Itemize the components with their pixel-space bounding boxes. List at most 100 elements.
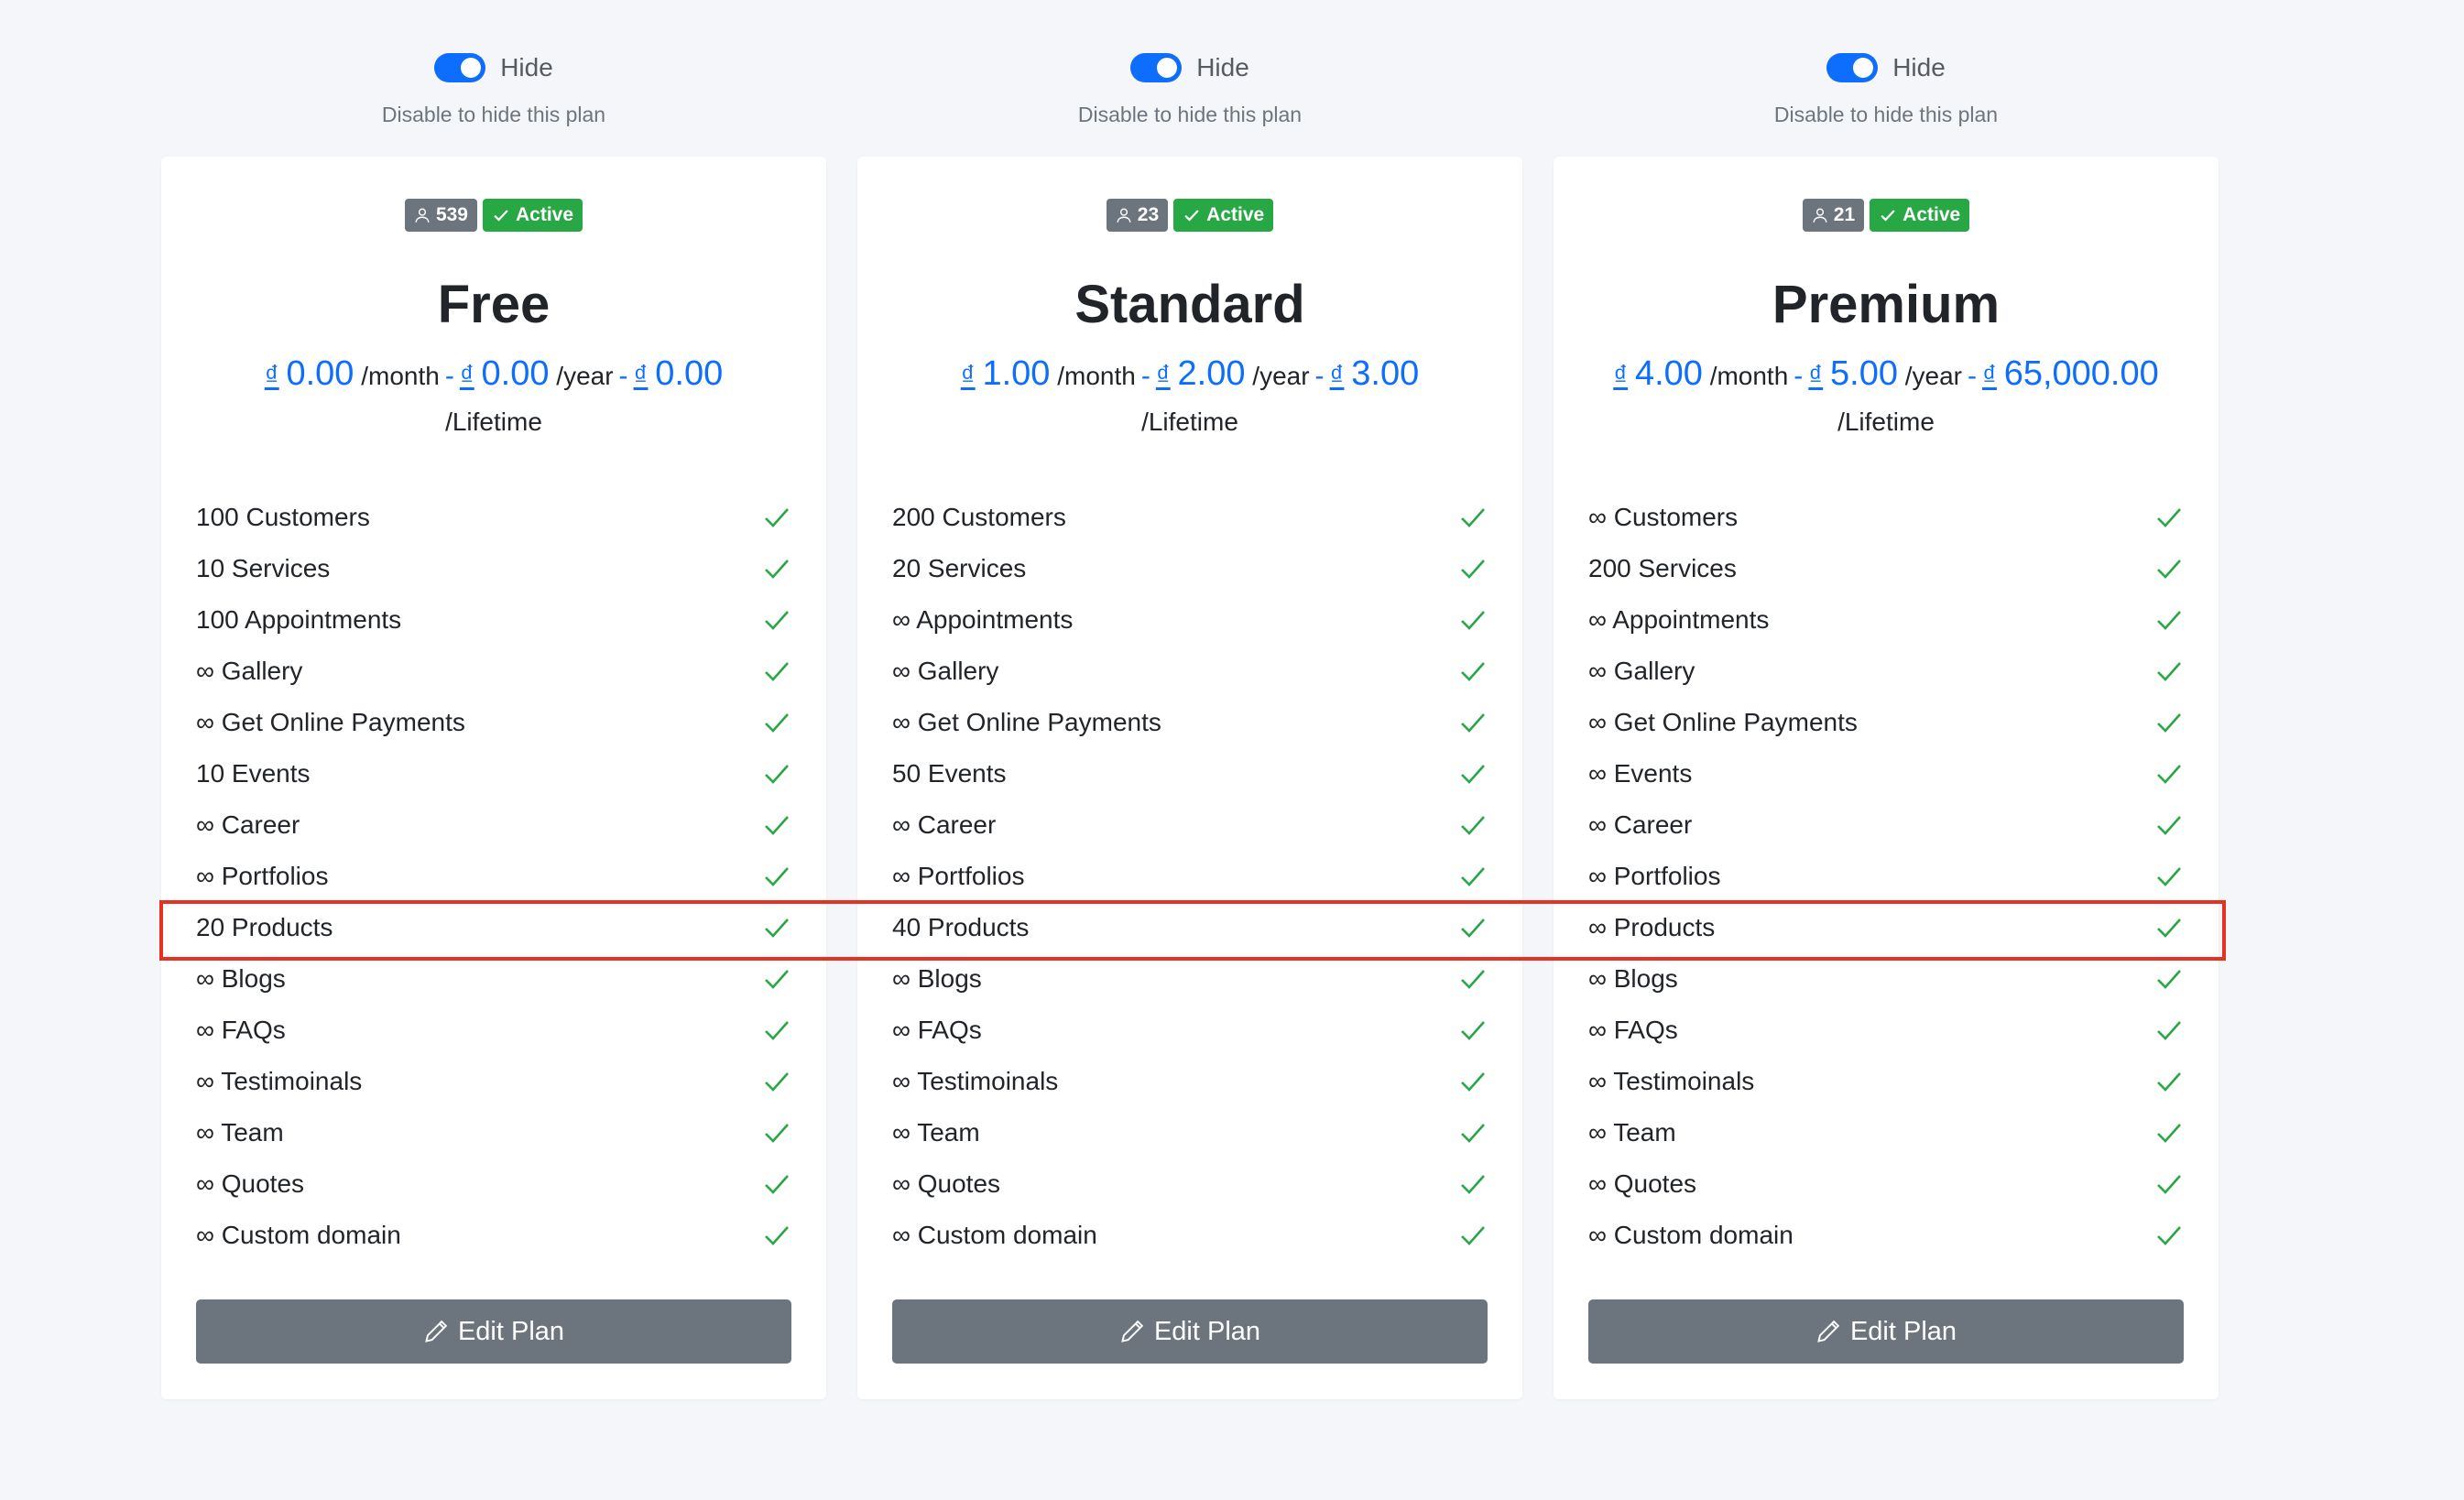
feature-row: 20 Products (196, 902, 791, 953)
hide-plan-switch[interactable] (1826, 53, 1879, 82)
hide-toggle-group: Hide Disable to hide this plan (1554, 48, 2219, 127)
price-separator: - (618, 361, 628, 391)
feature-row: ∞ Quotes (1588, 1158, 2184, 1210)
price-separator: - (1140, 361, 1150, 391)
price-separator: - (444, 361, 454, 391)
check-icon (1461, 816, 1485, 835)
check-icon (2157, 1226, 2181, 1245)
feature-row: ∞ Career (892, 799, 1488, 851)
feature-row: ∞ Portfolios (196, 851, 791, 902)
check-icon (494, 210, 508, 222)
status-badge: Active (1173, 199, 1274, 232)
plan-title: Standard (1074, 275, 1305, 334)
currency-symbol: ₫ (960, 359, 976, 391)
check-icon (1184, 210, 1199, 222)
check-icon (1461, 918, 1485, 938)
status-badge: Active (1870, 199, 1970, 232)
hide-plan-switch[interactable] (434, 53, 486, 82)
feature-row: ∞ Quotes (892, 1158, 1488, 1210)
check-icon (1461, 867, 1485, 886)
check-icon (765, 867, 789, 886)
check-icon (2157, 970, 2181, 989)
status-text: Active (1206, 204, 1265, 225)
check-icon (2157, 560, 2181, 579)
price-lifetime: 3.00 (1351, 354, 1420, 393)
price-separator: - (1314, 361, 1325, 391)
edit-plan-button[interactable]: Edit Plan (1588, 1299, 2184, 1364)
feature-row: ∞ Gallery (196, 646, 791, 697)
switch-knob (1157, 58, 1178, 78)
hide-help-text: Disable to hide this plan (1077, 103, 1303, 126)
feature-list: ∞ Customers 200 Services ∞ Appointments ∞ G… (1588, 492, 2184, 1261)
feature-text: ∞ Quotes (196, 1169, 305, 1198)
feature-text: ∞ Quotes (892, 1169, 1001, 1198)
check-icon (2157, 765, 2181, 784)
feature-text: ∞ Testimoinals (892, 1067, 1059, 1095)
plan-title: Premium (1772, 275, 2001, 334)
feature-row: ∞ Get Online Payments (1588, 697, 2184, 748)
price-year: 2.00 (1177, 354, 1246, 393)
feature-text: 100 Appointments (196, 605, 402, 634)
feature-row: ∞ Team (892, 1107, 1488, 1158)
check-icon (2157, 713, 2181, 733)
feature-row: 40 Products (892, 902, 1488, 953)
feature-row: 10 Services (196, 543, 791, 594)
feature-text: ∞ Get Online Payments (196, 708, 465, 736)
feature-text: ∞ Events (1588, 759, 1693, 788)
hide-help-text: Disable to hide this plan (381, 103, 606, 126)
check-icon (765, 611, 789, 630)
edit-plan-button[interactable]: Edit Plan (892, 1299, 1488, 1364)
feature-text: ∞ FAQs (1588, 1016, 1678, 1044)
price-month: 0.00 (286, 354, 354, 393)
feature-row: ∞ FAQs (1588, 1005, 2184, 1056)
check-icon (765, 816, 789, 835)
price-line: ₫ 1.00 /month - ₫ 2.00 /year - ₫ 3.00 (857, 354, 1522, 394)
hide-plan-switch[interactable] (1130, 53, 1183, 82)
feature-row: 200 Customers (892, 492, 1488, 543)
feature-text: ∞ Custom domain (1588, 1221, 1793, 1249)
check-icon (765, 1175, 789, 1194)
check-icon (1461, 508, 1485, 527)
edit-plan-label: Edit Plan (1153, 1316, 1261, 1346)
feature-row: 50 Events (892, 748, 1488, 799)
currency-symbol: ₫ (1808, 359, 1824, 391)
price-separator: - (1793, 361, 1804, 391)
feature-row: ∞ Events (1588, 748, 2184, 799)
check-icon (1461, 713, 1485, 733)
users-count: 539 (435, 204, 468, 225)
per-year: /year (556, 362, 614, 390)
feature-text: 10 Events (196, 759, 311, 788)
price-year: 5.00 (1830, 354, 1898, 393)
feature-text: ∞ Gallery (196, 657, 303, 685)
feature-text: ∞ Get Online Payments (1588, 708, 1858, 736)
check-icon (2157, 1072, 2181, 1092)
plan-card: 23 Active Standard ₫ 1.00 /month - ₫ 2.00 … (857, 157, 1522, 1399)
check-icon (1461, 1072, 1485, 1092)
users-count: 23 (1137, 204, 1160, 225)
feature-row: ∞ Blogs (892, 953, 1488, 1005)
status-badge: Active (483, 199, 583, 232)
feature-text: ∞ Get Online Payments (892, 708, 1161, 736)
currency-symbol: ₫ (1155, 359, 1171, 391)
per-year: /year (1904, 362, 1962, 390)
per-month: /month (361, 362, 440, 390)
feature-list: 200 Customers 20 Services ∞ Appointments ∞ … (892, 492, 1488, 1261)
feature-row: ∞ Appointments (892, 594, 1488, 646)
check-icon (765, 560, 789, 579)
pencil-icon (425, 1320, 448, 1342)
feature-text: ∞ Portfolios (1588, 862, 1721, 890)
check-icon (2157, 867, 2181, 886)
check-icon (765, 765, 789, 784)
feature-row: ∞ Appointments (1588, 594, 2184, 646)
feature-row: ∞ Gallery (1588, 646, 2184, 697)
users-count-badge: 21 (1802, 199, 1865, 232)
feature-text: ∞ Team (1588, 1118, 1676, 1147)
check-icon (1461, 970, 1485, 989)
check-icon (765, 1124, 789, 1143)
hide-label: Hide (1196, 53, 1249, 82)
feature-row: ∞ Portfolios (1588, 851, 2184, 902)
price-lifetime: 65,000.00 (2003, 354, 2159, 393)
edit-plan-button[interactable]: Edit Plan (196, 1299, 791, 1364)
per-lifetime: /Lifetime (1837, 408, 1935, 436)
hide-help-text: Disable to hide this plan (1773, 103, 1999, 126)
